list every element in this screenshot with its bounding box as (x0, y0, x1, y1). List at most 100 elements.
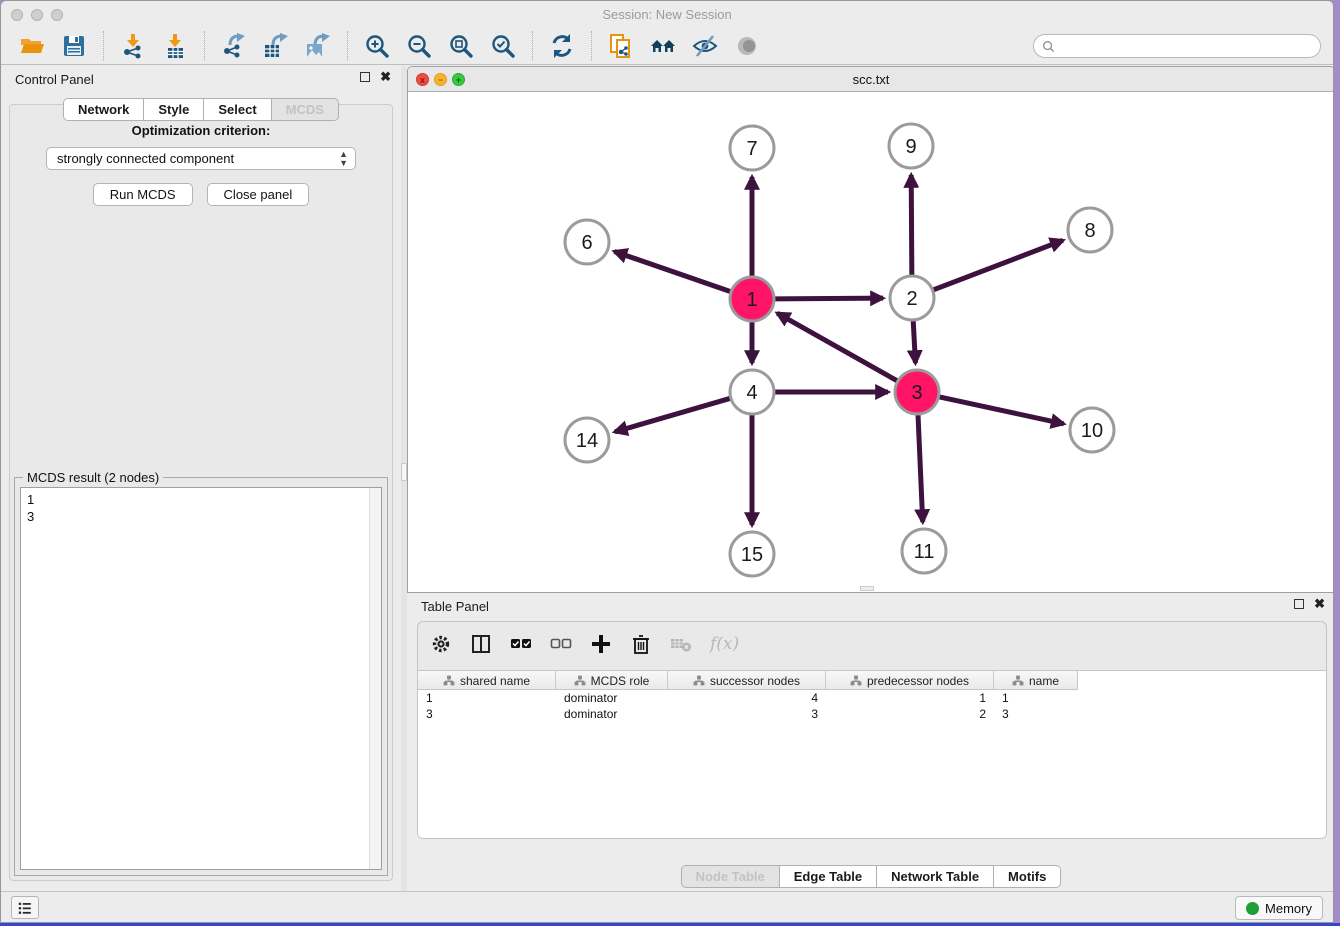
deselect-all-columns-icon[interactable] (550, 633, 572, 655)
edge-3-10[interactable] (939, 397, 1063, 424)
table-cell[interactable]: 1 (826, 690, 994, 706)
import-network-icon[interactable] (120, 33, 146, 59)
search-input[interactable] (1055, 36, 1320, 56)
float-table-panel-icon[interactable] (1294, 599, 1304, 609)
table-cell[interactable]: 2 (826, 706, 994, 722)
column-header-name[interactable]: name (994, 671, 1078, 690)
task-history-button[interactable] (11, 896, 39, 919)
open-session-icon[interactable] (19, 33, 45, 59)
criterion-dropdown[interactable]: strongly connected component ▲▼ (46, 147, 356, 170)
titlebar: Session: New Session (1, 1, 1333, 28)
mcds-tab-content: Optimization criterion: strongly connect… (9, 104, 393, 881)
table-settings-icon[interactable] (430, 633, 452, 655)
column-header-shared-name[interactable]: shared name (418, 671, 556, 690)
status-bar: Memory (1, 891, 1333, 922)
node-table[interactable]: shared nameMCDS rolesuccessor nodesprede… (418, 670, 1326, 838)
close-panel-button[interactable]: Close panel (207, 183, 310, 206)
memory-button[interactable]: Memory (1235, 896, 1323, 920)
edge-1-2[interactable] (775, 298, 883, 299)
add-column-icon[interactable] (590, 633, 612, 655)
edge-2-8[interactable] (933, 240, 1062, 289)
run-mcds-button[interactable]: Run MCDS (93, 183, 193, 206)
table-cell[interactable]: 3 (418, 706, 556, 722)
node-label: 6 (581, 232, 592, 254)
table-row[interactable]: 3dominator323 (418, 706, 1078, 722)
node-label: 2 (906, 288, 917, 310)
edge-3-1[interactable] (777, 313, 897, 380)
mcds-result-line: 1 (27, 491, 381, 508)
mcds-scrollbar[interactable] (369, 488, 381, 869)
duplicate-network-icon[interactable] (608, 33, 634, 59)
zoom-out-icon[interactable] (406, 33, 432, 59)
table-container: f(x) shared nameMCDS rolesuccessor nodes… (417, 621, 1327, 839)
network-close-button[interactable]: x (416, 73, 429, 86)
export-network-icon[interactable] (221, 33, 247, 59)
node-label: 10 (1081, 420, 1103, 442)
table-header-row: shared nameMCDS rolesuccessor nodesprede… (418, 671, 1078, 690)
search-box[interactable] (1033, 34, 1321, 58)
export-image-icon[interactable] (305, 33, 331, 59)
mcds-result-title: MCDS result (2 nodes) (23, 470, 163, 485)
float-panel-icon[interactable] (360, 72, 370, 82)
table-row[interactable]: 1dominator411 (418, 690, 1078, 706)
minimize-window-button[interactable] (31, 9, 43, 21)
column-type-icon (850, 675, 862, 687)
column-type-icon (443, 675, 455, 687)
edge-2-3[interactable] (913, 321, 915, 363)
first-neighbors-icon[interactable] (650, 33, 676, 59)
zoom-fit-icon[interactable] (448, 33, 474, 59)
export-table-icon[interactable] (263, 33, 289, 59)
import-table-icon[interactable] (162, 33, 188, 59)
table-cell[interactable]: 3 (994, 706, 1078, 722)
application-window: Session: New Session Control Panel (0, 0, 1334, 923)
horizontal-splitter-grip[interactable] (860, 586, 874, 591)
refresh-layout-icon[interactable] (549, 33, 575, 59)
edge-1-6[interactable] (614, 251, 730, 291)
tab-mcds[interactable]: MCDS (272, 98, 339, 121)
show-all-icon[interactable] (734, 33, 760, 59)
column-type-icon (693, 675, 705, 687)
edge-4-14[interactable] (615, 398, 730, 431)
close-window-button[interactable] (11, 9, 23, 21)
toolbar-separator (532, 31, 533, 61)
zoom-selected-icon[interactable] (490, 33, 516, 59)
tab-edge-table[interactable]: Edge Table (780, 865, 877, 888)
table-cell[interactable]: 1 (994, 690, 1078, 706)
split-columns-icon[interactable] (470, 633, 492, 655)
hide-selected-icon[interactable] (692, 33, 718, 59)
window-title: Session: New Session (1, 1, 1333, 28)
table-cell[interactable]: dominator (556, 690, 668, 706)
maximize-window-button[interactable] (51, 9, 63, 21)
tab-network-table[interactable]: Network Table (877, 865, 994, 888)
edge-2-9[interactable] (911, 175, 912, 275)
table-cell[interactable]: 1 (418, 690, 556, 706)
tab-motifs[interactable]: Motifs (994, 865, 1061, 888)
tab-style[interactable]: Style (144, 98, 204, 121)
table-cell[interactable]: dominator (556, 706, 668, 722)
delete-column-icon[interactable] (630, 633, 652, 655)
mcds-result-list[interactable]: 13 (20, 487, 382, 870)
toolbar-separator (347, 31, 348, 61)
main-toolbar (1, 28, 1333, 65)
table-cell[interactable]: 3 (668, 706, 826, 722)
network-graph[interactable]: 1234678910111415 (408, 92, 1334, 592)
network-canvas[interactable]: 1234678910111415 (408, 92, 1334, 592)
criterion-value: strongly connected component (57, 151, 234, 166)
column-header-predecessor-nodes[interactable]: predecessor nodes (826, 671, 994, 690)
column-header-successor-nodes[interactable]: successor nodes (668, 671, 826, 690)
table-cell[interactable]: 4 (668, 690, 826, 706)
close-table-panel-icon[interactable]: ✖ (1314, 599, 1325, 609)
search-icon (1042, 40, 1055, 53)
select-all-columns-icon[interactable] (510, 633, 532, 655)
zoom-in-icon[interactable] (364, 33, 390, 59)
tab-network[interactable]: Network (63, 98, 144, 121)
tab-select[interactable]: Select (204, 98, 271, 121)
toolbar-separator (591, 31, 592, 61)
tab-node-table[interactable]: Node Table (681, 865, 780, 888)
save-session-icon[interactable] (61, 33, 87, 59)
close-panel-icon[interactable]: ✖ (380, 72, 391, 82)
network-zoom-button[interactable]: + (452, 73, 465, 86)
column-header-mcds-role[interactable]: MCDS role (556, 671, 668, 690)
edge-3-11[interactable] (918, 415, 923, 522)
network-minimize-button[interactable]: − (434, 73, 447, 86)
